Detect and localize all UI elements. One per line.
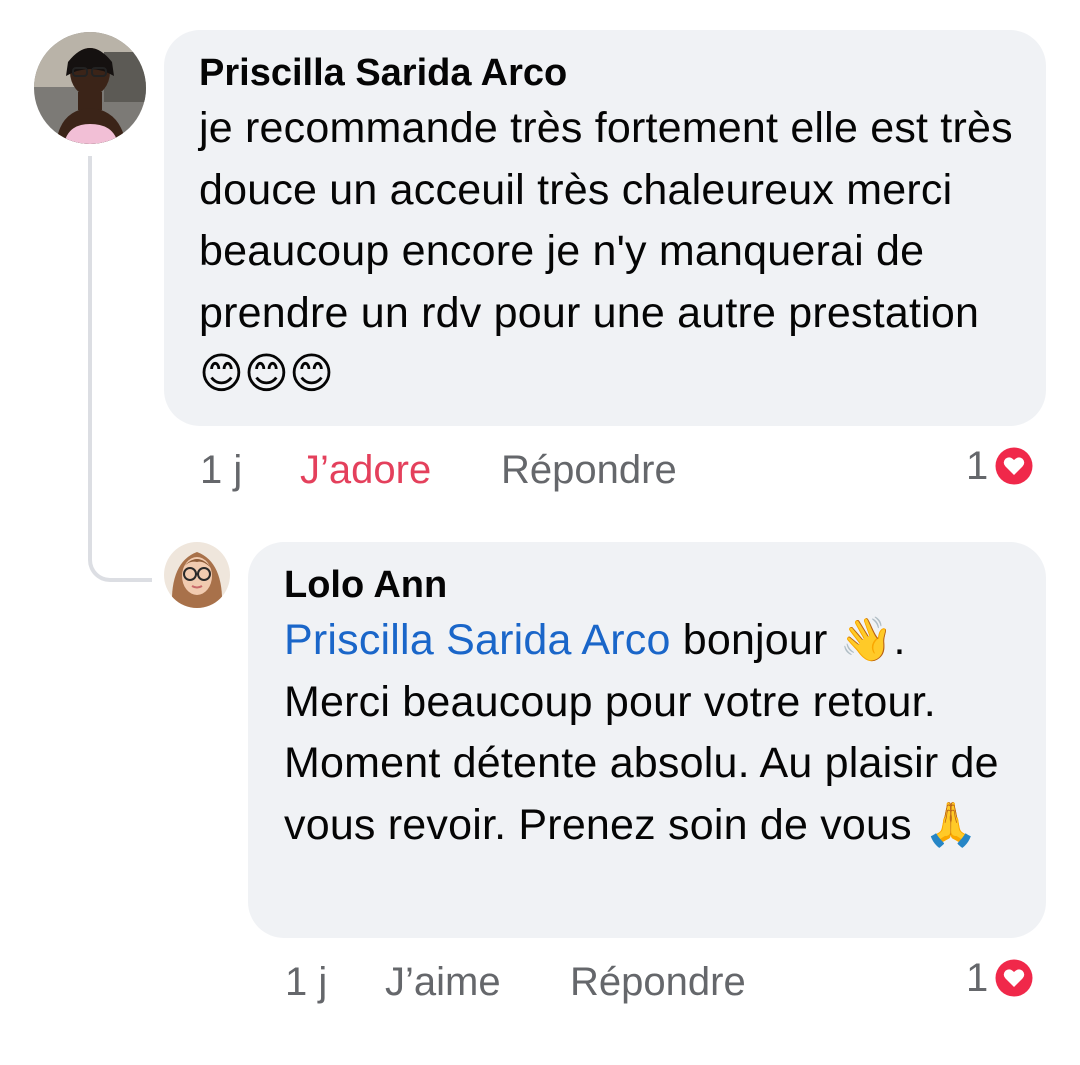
reaction-summary[interactable]: 1 xyxy=(966,442,1036,490)
comment-bubble[interactable]: Priscilla Sarida Arco je recommande très… xyxy=(164,30,1046,426)
avatar-photo-icon xyxy=(34,32,146,144)
heart-icon xyxy=(993,445,1036,487)
smile-emoji: 😊 xyxy=(199,350,245,398)
comment-text: Priscilla Sarida Arco bonjour 👋. Merci b… xyxy=(284,610,1016,856)
smile-emoji: 😊 xyxy=(289,350,335,398)
wave-emoji: 👋 xyxy=(839,616,894,664)
reaction-count: 1 xyxy=(966,444,989,488)
avatar-photo-icon xyxy=(164,542,230,608)
smile-emoji: 😊 xyxy=(244,350,290,398)
comment-body: bonjour xyxy=(670,616,840,664)
comment-author[interactable]: Priscilla Sarida Arco xyxy=(199,50,1016,96)
comment-time: 1 j xyxy=(285,960,328,1004)
comment-actions: 1 j J’adore Répondre xyxy=(200,446,1050,496)
mention-link[interactable]: Priscilla Sarida Arco xyxy=(284,616,671,664)
reaction-summary[interactable]: 1 xyxy=(966,954,1036,1002)
reply-button[interactable]: Répondre xyxy=(570,958,746,1006)
reply-button[interactable]: Répondre xyxy=(501,446,677,494)
comment-time: 1 j xyxy=(200,448,243,492)
heart-icon xyxy=(993,957,1036,999)
avatar[interactable] xyxy=(34,32,146,144)
comment-actions: 1 j J’aime Répondre xyxy=(285,958,1055,1008)
avatar[interactable] xyxy=(164,542,230,608)
reaction-button[interactable]: J’adore xyxy=(300,446,431,494)
reaction-count: 1 xyxy=(966,956,989,1000)
like-button[interactable]: J’aime xyxy=(385,958,501,1006)
comment-text: je recommande très fortement elle est tr… xyxy=(199,98,1016,406)
reply-bubble[interactable]: Lolo Ann Priscilla Sarida Arco bonjour 👋… xyxy=(248,542,1046,938)
pray-emoji: 🙏 xyxy=(924,800,978,849)
comment-author[interactable]: Lolo Ann xyxy=(284,562,1016,608)
reply-thread-line xyxy=(88,156,152,582)
comment-body: je recommande très fortement elle est tr… xyxy=(199,104,1013,337)
